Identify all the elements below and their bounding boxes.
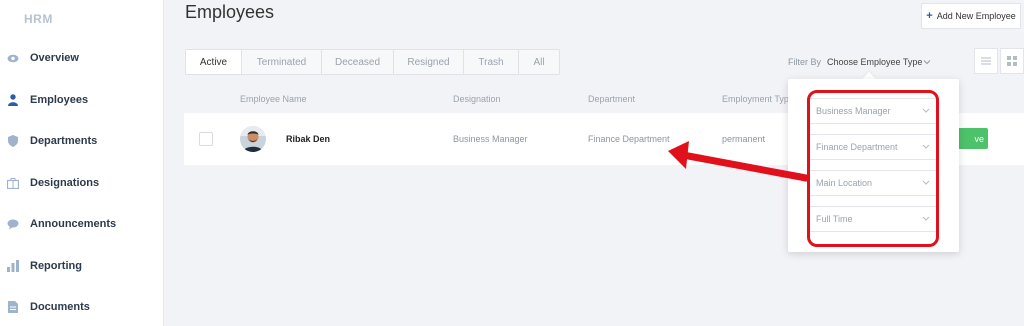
sidebar-item-overview[interactable]: Overview <box>0 46 163 70</box>
sidebar-item-designations[interactable]: Designations <box>0 171 163 195</box>
brand-logo[interactable]: HRM <box>24 12 53 26</box>
sidebar-item-announcements[interactable]: Announcements <box>0 212 163 236</box>
user-icon <box>7 94 19 106</box>
sidebar-item-label: Announcements <box>30 218 117 230</box>
sidebar-item-departments[interactable]: Departments <box>0 129 163 153</box>
shield-icon <box>7 135 19 147</box>
sidebar-item-label: Departments <box>30 135 98 147</box>
sidebar-item-label: Overview <box>30 52 79 64</box>
sidebar-item-label: Designations <box>30 177 100 189</box>
sidebar-item-label: Documents <box>30 301 90 313</box>
annotation-arrow-icon <box>668 141 810 182</box>
sidebar: HRM Overview Employees Departments Desig… <box>0 0 164 326</box>
bar-chart-icon <box>7 260 19 272</box>
sidebar-item-label: Reporting <box>30 260 82 272</box>
chat-bubble-icon <box>7 218 19 230</box>
eye-icon <box>7 52 19 64</box>
sidebar-item-reporting[interactable]: Reporting <box>0 254 163 278</box>
sidebar-item-employees[interactable]: Employees <box>0 88 163 112</box>
main-content: Employees + Add New Employee Active Term… <box>164 0 1024 326</box>
document-icon <box>7 301 19 313</box>
briefcase-icon <box>7 177 19 189</box>
sidebar-item-label: Employees <box>30 94 89 106</box>
sidebar-item-documents[interactable]: Documents <box>0 295 163 319</box>
